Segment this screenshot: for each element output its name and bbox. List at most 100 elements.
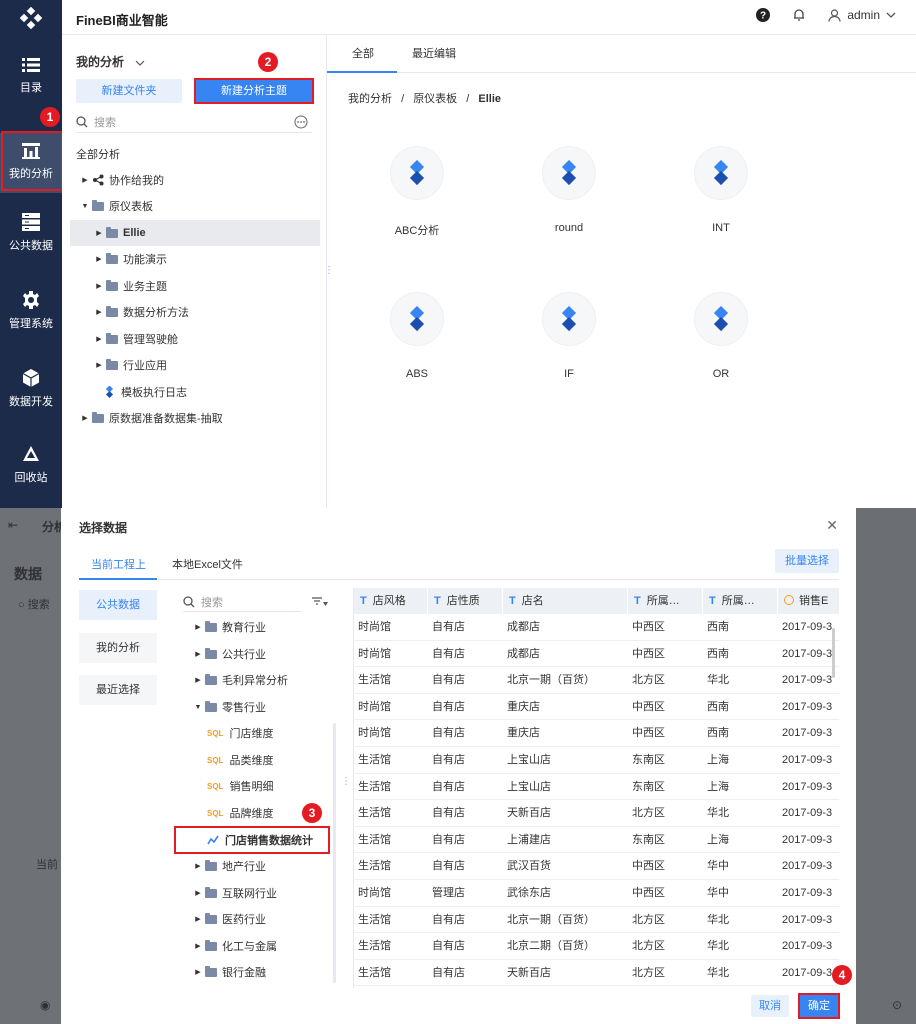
caret-down-icon: ▼: [81, 202, 89, 210]
column-header[interactable]: T 店名: [503, 588, 628, 614]
nav-label: 回收站: [14, 472, 48, 484]
tab-all[interactable]: 全部: [352, 45, 374, 61]
bell-icon[interactable]: [792, 8, 806, 22]
more-options-icon[interactable]: [294, 115, 308, 129]
caret-right-icon: ▶: [96, 230, 102, 237]
table-cell: 上宝山店: [507, 780, 551, 793]
table-cell: 2017-09-3: [782, 754, 833, 766]
table-cell: 自有店: [432, 780, 465, 793]
column-header[interactable]: T 所属…: [703, 588, 778, 614]
data-tree-item[interactable]: ▶ 银行金融: [193, 959, 266, 985]
help-icon[interactable]: ?: [756, 8, 771, 22]
table-cell: 北京二期（百货）: [507, 940, 595, 953]
dialog-title: 选择数据: [79, 521, 128, 535]
table-cell: 生活馆: [358, 807, 391, 820]
tree-item-management-cockpit[interactable]: ▶ 管理驾驶舱: [70, 326, 320, 352]
sql-table-icon: SQL: [207, 728, 224, 738]
highlight-frame-my-analysis: [1, 131, 63, 191]
table-cell: 中西区: [632, 860, 665, 873]
new-analysis-theme-button[interactable]: 新建分析主题: [194, 78, 314, 104]
data-tree-item[interactable]: ▶ 医药行业: [193, 906, 266, 932]
data-search-input[interactable]: 搜索: [183, 592, 301, 612]
breadcrumb-item[interactable]: 我的分析: [348, 93, 392, 105]
background-section: 数据: [14, 566, 42, 582]
data-tree-item[interactable]: ▶ 地产行业: [193, 853, 266, 879]
data-tree-item[interactable]: ▼ 零售行业: [193, 694, 266, 720]
data-table-item[interactable]: SQL 品类维度: [207, 747, 273, 773]
data-tree-label: 教育行业: [222, 622, 266, 634]
source-my-analysis[interactable]: 我的分析: [79, 633, 157, 663]
folder-icon: [205, 620, 217, 632]
tree-item-template-log[interactable]: 模板执行日志: [70, 379, 320, 405]
data-table-item[interactable]: SQL 销售明细: [207, 773, 273, 799]
dashboard-card[interactable]: ABS: [357, 292, 477, 380]
panel-resize-handle[interactable]: ⋮: [341, 776, 351, 787]
data-tree-item[interactable]: ▶ 公共行业: [193, 641, 266, 667]
tree-scrollbar[interactable]: [333, 723, 336, 983]
table-cell: 北京一期（百货）: [507, 674, 595, 687]
table-scrollbar[interactable]: [832, 628, 835, 678]
column-header[interactable]: T 所属…: [628, 588, 703, 614]
table-cell: 2017-09-3: [782, 674, 833, 687]
tree-item-ellie[interactable]: ▶ Ellie: [70, 220, 320, 246]
tree-item-industry-apps[interactable]: ▶ 行业应用: [70, 352, 320, 378]
nav-item-public-data[interactable]: 公共数据: [0, 213, 62, 273]
tree-item-analysis-methods[interactable]: ▶ 数据分析方法: [70, 299, 320, 325]
filter-icon[interactable]: [311, 596, 329, 608]
folder-icon: [205, 965, 217, 977]
data-tree-item[interactable]: ▶ 毛利异常分析: [193, 667, 288, 693]
data-table-item[interactable]: SQL 门店维度: [207, 720, 273, 746]
caret-right-icon: ▶: [96, 309, 102, 316]
tab-divider: [79, 579, 839, 580]
new-folder-button[interactable]: 新建文件夹: [76, 79, 182, 103]
nav-item-data-dev[interactable]: 数据开发: [0, 369, 62, 429]
tab-recent[interactable]: 最近编辑: [412, 45, 456, 61]
tree-item-label: 模板执行日志: [121, 387, 187, 399]
top-header: FineBI商业智能 ? admin: [0, 0, 916, 35]
dashboard-card[interactable]: IF: [509, 292, 629, 380]
nav-item-recycle-bin[interactable]: 回收站: [0, 445, 62, 505]
table-row: 时尚馆 自有店 成都店 中西区 西南 2017-09-3: [354, 641, 839, 668]
panel-resize-handle[interactable]: ⋮: [324, 265, 334, 276]
source-public-data[interactable]: 公共数据: [79, 590, 157, 620]
column-header[interactable]: T 店性质: [428, 588, 503, 614]
dashboard-card[interactable]: OR: [661, 292, 781, 380]
tab-current-project[interactable]: 当前工程上: [91, 556, 146, 572]
batch-select-button[interactable]: 批量选择: [775, 549, 839, 573]
tree-item-original-dataset[interactable]: ▶ 原数据准备数据集-抽取: [70, 405, 320, 431]
dashboard-card[interactable]: ABC分析: [357, 146, 477, 238]
data-tree-item[interactable]: ▶ 化工与金属: [193, 933, 277, 959]
dashboard-card[interactable]: round: [509, 146, 629, 234]
tree-search-input[interactable]: 搜索: [76, 111, 312, 133]
table-cell: 生活馆: [358, 966, 391, 979]
table-cell: 东南区: [632, 754, 665, 766]
panel-title[interactable]: 我的分析: [76, 53, 145, 70]
caret-right-icon: ▶: [195, 624, 201, 631]
confirm-button[interactable]: 确定: [798, 993, 840, 1019]
breadcrumb-item[interactable]: 原仪表板: [413, 93, 457, 105]
sql-table-icon: SQL: [207, 781, 224, 791]
tab-local-excel[interactable]: 本地Excel文件: [172, 556, 243, 572]
nav-item-admin-system[interactable]: 管理系统: [0, 291, 62, 351]
tree-item-feature-demo[interactable]: ▶ 功能演示: [70, 246, 320, 272]
tree-item-shared-with-me[interactable]: ▶ 协作给我的: [70, 167, 320, 193]
column-header[interactable]: T 店风格: [354, 588, 428, 614]
column-header[interactable]: 销售E: [778, 588, 839, 614]
folder-icon: [106, 332, 118, 344]
tree-item-original-dashboard[interactable]: ▼ 原仪表板: [70, 193, 320, 219]
breadcrumb-current: Ellie: [478, 93, 501, 105]
cancel-button[interactable]: 取消: [751, 995, 789, 1017]
data-table-item[interactable]: SQL 品牌维度: [207, 800, 273, 826]
table-row: 生活馆 自有店 北京一期（百货） 北方区 华北 2017-09-3: [354, 667, 839, 694]
source-recent[interactable]: 最近选择: [79, 675, 157, 705]
data-tree-item[interactable]: ▶ 教育行业: [193, 614, 266, 640]
finebi-logo[interactable]: [0, 0, 62, 35]
cube-icon: [22, 369, 40, 387]
dashboard-card[interactable]: INT: [661, 146, 781, 234]
tree-root-all-analysis[interactable]: 全部分析: [76, 146, 120, 162]
tree-item-business-theme[interactable]: ▶ 业务主题: [70, 273, 320, 299]
user-menu[interactable]: admin: [828, 8, 896, 22]
data-tree-item[interactable]: ▶ 互联网行业: [193, 880, 277, 906]
caret-right-icon: ▶: [82, 415, 88, 422]
close-icon[interactable]: ✕: [826, 517, 838, 534]
